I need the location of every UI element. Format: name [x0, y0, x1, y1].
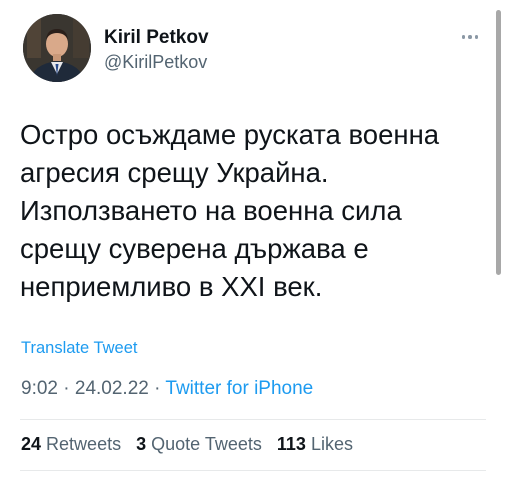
tweet-text-line: срещу суверена държава е [20, 233, 369, 264]
avatar-photo [23, 14, 91, 82]
translate-tweet-link[interactable]: Translate Tweet [21, 339, 137, 358]
author-name[interactable]: Kiril Petkov [104, 27, 209, 49]
tweet-date[interactable]: 24.02.22 [75, 378, 149, 399]
more-options-icon[interactable] [455, 28, 485, 46]
retweets-count: 24 [21, 434, 42, 454]
meta-separator: · [63, 378, 75, 399]
tweet: Kiril Petkov @KirilPetkov Остро осъждаме… [0, 0, 506, 485]
meta-separator: · [154, 378, 166, 399]
retweets-stat[interactable]: 24 Retweets [21, 434, 121, 454]
tweet-text-line: Остро осъждаме руската военна [20, 119, 440, 150]
likes-stat[interactable]: 113 Likes [277, 434, 353, 454]
tweet-stats: 24 Retweets 3 Quote Tweets 113 Likes [21, 434, 363, 455]
tweet-text-line: Използването на военна сила [20, 195, 402, 226]
author-handle[interactable]: @KirilPetkov [104, 52, 207, 73]
divider [20, 470, 486, 471]
avatar[interactable] [23, 14, 91, 82]
quote-tweets-label: Quote Tweets [151, 434, 262, 454]
tweet-text: Остро осъждаме руската военна агресия ср… [20, 116, 480, 306]
likes-label: Likes [310, 434, 353, 454]
more-dot [468, 35, 472, 39]
tweet-time[interactable]: 9:02 [21, 378, 58, 399]
quote-tweets-stat[interactable]: 3 Quote Tweets [136, 434, 262, 454]
likes-count: 113 [276, 434, 306, 454]
quote-tweets-count: 3 [136, 434, 147, 454]
tweet-text-line: агресия срещу Украйна. [20, 157, 329, 188]
tweet-text-line: неприемливо в XXI век. [20, 271, 323, 302]
tweet-meta: 9:02 · 24.02.22 · Twitter for iPhone [21, 378, 313, 400]
scrollbar[interactable] [496, 10, 501, 275]
divider [20, 419, 486, 420]
more-dot [474, 35, 479, 39]
tweet-source-link[interactable]: Twitter for iPhone [165, 378, 313, 399]
more-dot [461, 35, 466, 39]
retweets-label: Retweets [46, 434, 122, 454]
